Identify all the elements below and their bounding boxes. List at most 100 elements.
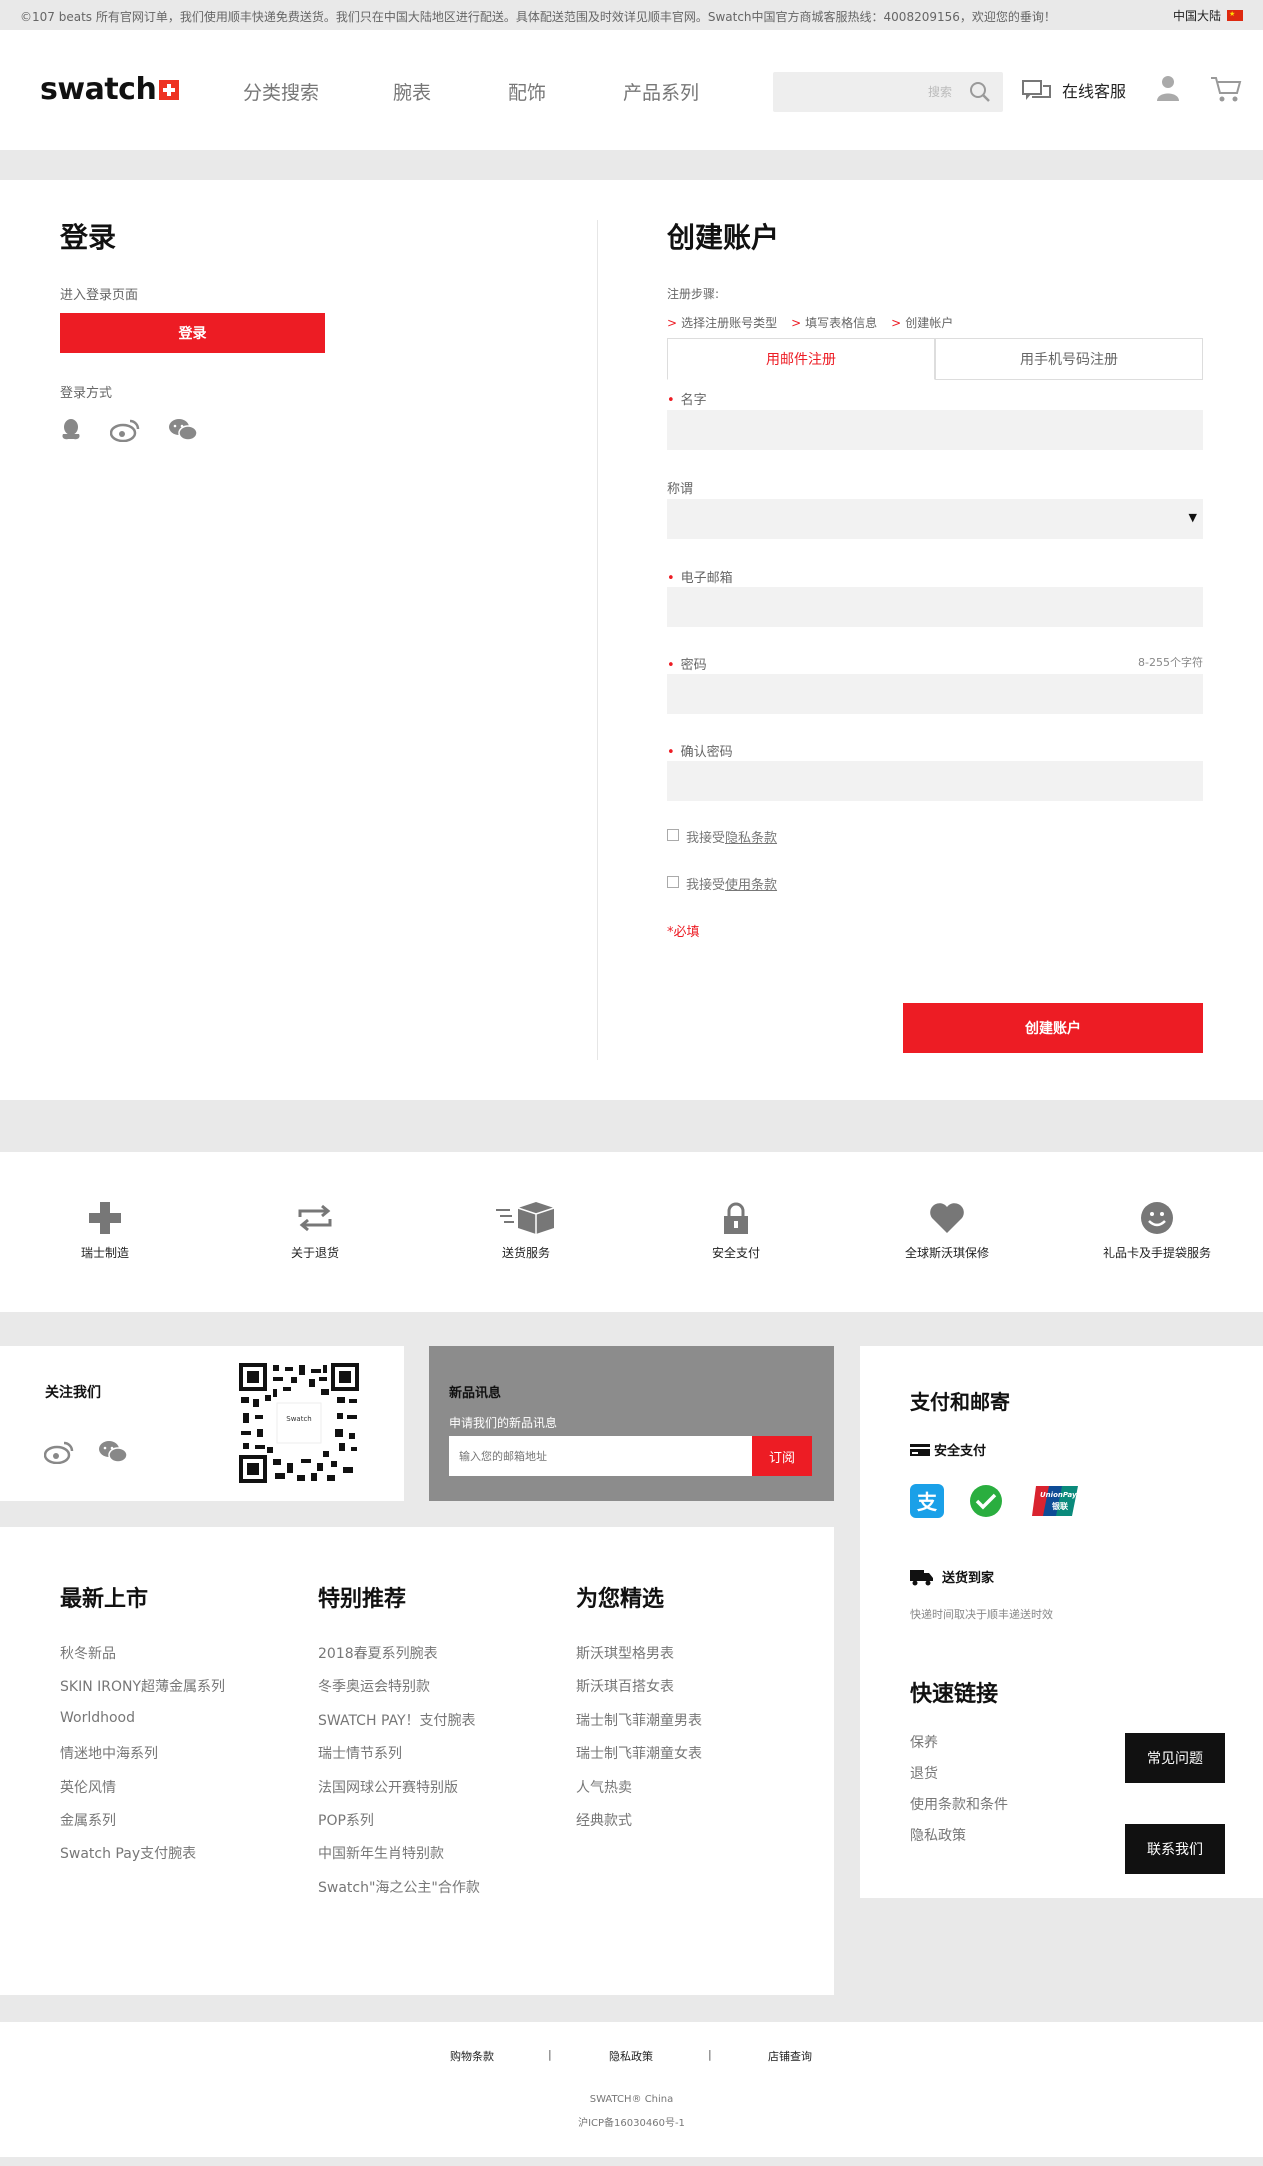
cart-icon[interactable] [1210,75,1242,107]
search-box [773,72,1003,112]
service-delivery[interactable]: 送货服务 [436,1198,616,1261]
privacy-checkbox[interactable] [667,829,679,841]
link-item[interactable]: 冬季奥运会特别款 [318,1676,430,1696]
footer-link-privacy[interactable]: 隐私政策 [609,2048,653,2064]
link-item[interactable]: 秋冬新品 [60,1643,116,1663]
link-item[interactable]: 英伦风情 [60,1777,116,1797]
salutation-select[interactable]: ▼ [667,499,1203,539]
col-title-picks: 为您精选 [576,1587,665,1612]
nav-category-search[interactable]: 分类搜索 [243,78,319,105]
wechat-icon[interactable] [98,1440,128,1468]
qr-center-label: Swatch [286,1415,312,1423]
create-account-button[interactable]: 创建账户 [903,1003,1203,1053]
service-secure-payment[interactable]: 安全支付 [646,1198,826,1261]
nav-watches[interactable]: 腕表 [393,78,431,105]
tab-phone-register[interactable]: 用手机号码注册 [935,338,1203,380]
china-flag-icon [1227,10,1243,21]
quick-link-terms[interactable]: 使用条款和条件 [910,1794,1008,1814]
link-item[interactable]: POP系列 [318,1810,374,1830]
qq-icon[interactable] [60,418,82,446]
required-note: *必填 [667,925,700,940]
shipping-notice: ©107 beats 所有官网订单，我们使用顺丰快递免费送货。我们只在中国大陆地… [20,10,1056,24]
quick-link-privacy[interactable]: 隐私政策 [910,1825,966,1845]
link-item[interactable]: 经典款式 [576,1810,632,1830]
link-item[interactable]: 斯沃琪型格男表 [576,1643,674,1663]
link-item[interactable]: Worldhood [60,1710,135,1726]
register-steps: > 选择注册账号类型 > 填写表格信息 > 创建帐户 [667,314,953,331]
tab-email-register[interactable]: 用邮件注册 [667,338,935,380]
faq-button[interactable]: 常见问题 [1125,1733,1225,1783]
link-item[interactable]: 斯沃琪百搭女表 [576,1676,674,1696]
footer-link-store-locator[interactable]: 店铺查询 [768,2048,812,2064]
chat-icon[interactable] [1022,80,1052,110]
online-service-link[interactable]: 在线客服 [1062,78,1126,102]
link-item[interactable]: Swatch"海之公主"合作款 [318,1877,480,1897]
alipay-icon: 支 [910,1484,944,1522]
unionpay-icon: UnionPay 银联 [1032,1484,1080,1522]
payment-panel: 支付和邮寄 安全支付 支 UnionPay 银联 送货到家 快递时间取决于顺丰递… [860,1346,1263,1898]
usage-terms-link[interactable]: 使用条款 [725,878,777,893]
link-item[interactable]: 中国新年生肖特别款 [318,1843,444,1863]
quick-links-title: 快速链接 [910,1682,999,1707]
quick-link-care[interactable]: 保养 [910,1732,938,1752]
region-label: 中国大陆 [1172,9,1221,23]
contact-us-button[interactable]: 联系我们 [1125,1824,1225,1874]
link-item[interactable]: SWATCH PAY！支付腕表 [318,1710,476,1730]
step-item: > 创建帐户 [891,316,954,330]
newsletter-email-input[interactable] [449,1436,752,1476]
service-warranty[interactable]: 全球斯沃琪保修 [857,1198,1037,1261]
col-title-featured: 特别推荐 [318,1587,407,1612]
step-item: > 填写表格信息 [791,316,878,330]
password-label: • 密码 [667,658,707,673]
footer-link-shopping-terms[interactable]: 购物条款 [450,2048,494,2064]
link-item[interactable]: 2018春夏系列腕表 [318,1643,438,1663]
service-returns[interactable]: 关于退货 [225,1198,405,1261]
wechat-icon[interactable] [168,418,198,446]
services-bar: 瑞士制造 关于退货 送货服务 安全支付 全球斯沃琪保修 礼品卡及手提袋服务 [0,1152,1263,1312]
email-field[interactable] [667,587,1203,627]
user-icon[interactable] [1156,75,1180,105]
service-gift-card[interactable]: 礼品卡及手提袋服务 [1067,1198,1247,1261]
link-item[interactable]: Swatch Pay支付腕表 [60,1843,196,1863]
link-item[interactable]: SKIN IRONY超薄金属系列 [60,1676,225,1696]
password-hint: 8-255个字符 [1138,656,1203,669]
quick-link-returns[interactable]: 退货 [910,1763,938,1783]
package-icon [496,1202,555,1234]
link-item[interactable]: 法国网球公开赛特别版 [318,1777,458,1797]
confirm-password-field[interactable] [667,761,1203,801]
password-field[interactable] [667,674,1203,714]
name-label: • 名字 [667,393,707,408]
link-item[interactable]: 瑞士制飞菲潮童女表 [576,1743,702,1763]
follow-title: 关注我们 [45,1385,101,1401]
subscribe-button[interactable]: 订阅 [752,1436,812,1476]
name-field[interactable] [667,410,1203,450]
link-item[interactable]: 瑞士制飞菲潮童男表 [576,1710,702,1730]
nav-accessories[interactable]: 配饰 [508,78,546,105]
lock-icon [724,1202,748,1234]
link-item[interactable]: 金属系列 [60,1810,116,1830]
terms-agree-text: 我接受使用条款 [686,878,778,893]
search-icon[interactable] [969,81,991,107]
service-swiss-made[interactable]: 瑞士制造 [15,1198,195,1261]
link-item[interactable]: 瑞士情节系列 [318,1743,402,1763]
smile-icon [1141,1202,1173,1234]
email-label: • 电子邮箱 [667,571,733,586]
footer-separator: | [548,2048,552,2061]
link-item[interactable]: 情迷地中海系列 [60,1743,158,1763]
login-methods-label: 登录方式 [60,386,113,401]
region-selector[interactable]: 中国大陆 [1173,7,1243,24]
terms-checkbox[interactable] [667,876,679,888]
weibo-icon[interactable] [43,1440,74,1468]
link-item[interactable]: 人气热卖 [576,1777,632,1797]
login-button[interactable]: 登录 [60,313,325,353]
top-notice-bar: ©107 beats 所有官网订单，我们使用顺丰快递免费送货。我们只在中国大陆地… [0,0,1263,30]
swatch-logo[interactable]: swatch [40,72,180,107]
card-icon [910,1443,930,1456]
search-input[interactable] [773,72,958,112]
truck-icon [910,1569,933,1585]
privacy-terms-link[interactable]: 隐私条款 [725,831,777,846]
weibo-icon[interactable] [109,418,140,446]
nav-collections[interactable]: 产品系列 [623,78,699,105]
site-header: swatch 分类搜索 腕表 配饰 产品系列 在线客服 [0,30,1263,150]
follow-us-panel: 关注我们 Swatch [0,1346,404,1501]
